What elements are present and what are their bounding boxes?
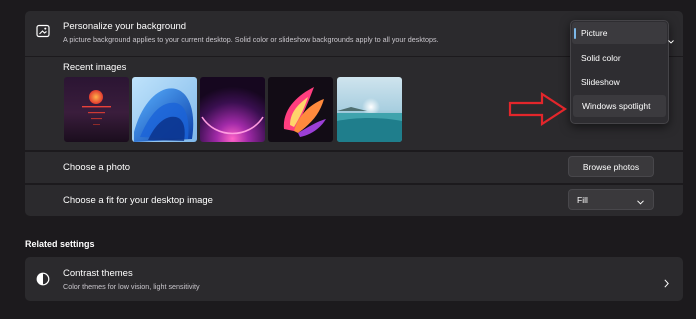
recent-image-4[interactable]: [268, 77, 333, 142]
recent-image-2[interactable]: [132, 77, 197, 142]
fit-dropdown[interactable]: Fill: [568, 189, 654, 210]
contrast-icon: [36, 272, 50, 291]
option-label: Slideshow: [581, 77, 620, 87]
dropdown-option-solid-color[interactable]: Solid color: [572, 47, 667, 69]
fit-label: Choose a fit for your desktop image: [63, 195, 213, 206]
chevron-down-icon: [668, 31, 674, 49]
background-description: A picture background applies to your cur…: [63, 35, 439, 44]
choose-photo-label: Choose a photo: [63, 162, 131, 173]
recent-images-label: Recent images: [63, 62, 127, 73]
contrast-themes-subtitle: Color themes for low vision, light sensi…: [63, 282, 200, 291]
contrast-themes-title: Contrast themes: [63, 268, 133, 279]
background-title: Personalize your background: [63, 21, 187, 32]
dropdown-option-windows-spotlight[interactable]: Windows spotlight: [573, 95, 666, 117]
recent-image-3[interactable]: [200, 77, 265, 142]
contrast-themes-card[interactable]: Contrast themes Color themes for low vis…: [25, 257, 683, 301]
recent-image-5[interactable]: [337, 77, 402, 142]
chevron-down-icon: [637, 197, 644, 207]
background-type-dropdown[interactable]: Picture Solid color Slideshow Windows sp…: [570, 20, 669, 124]
option-label: Solid color: [581, 53, 621, 63]
dropdown-option-picture[interactable]: Picture: [572, 22, 667, 44]
option-label: Picture: [581, 28, 608, 38]
browse-photos-button[interactable]: Browse photos: [568, 156, 654, 177]
dropdown-option-slideshow[interactable]: Slideshow: [572, 71, 667, 93]
selected-indicator: [574, 28, 576, 39]
related-settings-heading: Related settings: [25, 239, 95, 249]
picture-icon: [36, 24, 50, 43]
recent-image-1[interactable]: [64, 77, 129, 142]
option-label: Windows spotlight: [582, 101, 651, 111]
red-arrow-annotation: [508, 91, 568, 131]
chevron-right-icon: [664, 275, 669, 293]
fit-selected-value: Fill: [577, 195, 588, 205]
